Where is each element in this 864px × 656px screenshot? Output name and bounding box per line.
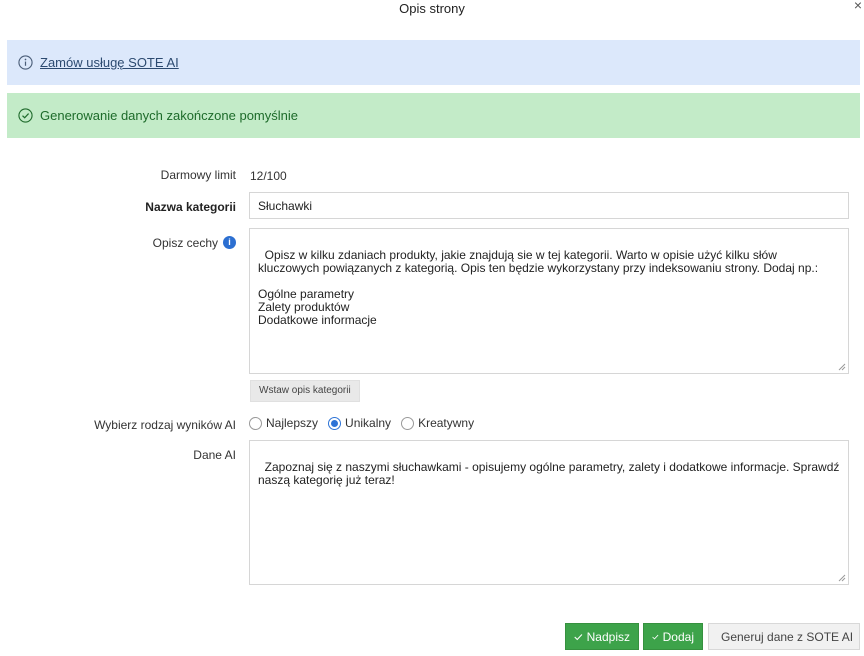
radio-creative-label: Kreatywny <box>418 416 475 430</box>
category-name-input[interactable] <box>249 192 849 219</box>
result-type-radio-group: Najlepszy Unikalny Kreatywny <box>249 416 484 430</box>
radio-unique-label: Unikalny <box>345 416 392 430</box>
radio-best-circle[interactable] <box>249 416 262 430</box>
check-circle-icon <box>18 108 33 123</box>
radio-unique-circle[interactable] <box>328 416 342 430</box>
radio-best[interactable]: Najlepszy <box>249 416 318 430</box>
ai-data-textarea[interactable]: Zapoznaj się z naszymi słuchawkami - opi… <box>249 440 849 585</box>
describe-text: Opisz w kilku zdaniach produkty, jakie z… <box>258 248 819 327</box>
describe-textarea[interactable]: Opisz w kilku zdaniach produkty, jakie z… <box>249 228 849 374</box>
generate-sote-ai-button[interactable]: Generuj dane z SOTE AI <box>708 623 860 650</box>
radio-creative[interactable]: Kreatywny <box>401 416 474 430</box>
radio-creative-circle[interactable] <box>401 416 415 430</box>
order-sote-ai-link[interactable]: Zamów usługę SOTE AI <box>40 55 179 70</box>
info-circle-icon <box>18 55 33 70</box>
generate-label: Generuj dane z SOTE AI <box>721 629 854 644</box>
add-button[interactable]: Dodaj <box>643 623 703 650</box>
radio-unique[interactable]: Unikalny <box>328 416 391 430</box>
insert-category-description-button[interactable]: Wstaw opis kategorii <box>250 380 360 402</box>
describe-label: Opisz cechy <box>152 236 218 250</box>
resize-handle-icon[interactable] <box>838 574 846 582</box>
check-icon <box>652 634 659 640</box>
resize-handle-icon[interactable] <box>838 363 846 371</box>
overwrite-label: Nadpisz <box>586 629 630 644</box>
result-type-label: Wybierz rodzaj wyników AI <box>94 418 236 432</box>
category-name-label: Nazwa kategorii <box>145 200 236 214</box>
info-icon[interactable]: i <box>223 236 236 249</box>
free-limit-value: 12/100 <box>250 169 287 183</box>
radio-best-label: Najlepszy <box>266 416 319 430</box>
close-icon[interactable]: × <box>854 0 862 12</box>
info-alert: Zamów usługę SOTE AI <box>7 40 860 85</box>
free-limit-label: Darmowy limit <box>160 168 236 182</box>
success-alert: Generowanie danych zakończone pomyślnie <box>7 93 860 138</box>
success-message: Generowanie danych zakończone pomyślnie <box>40 108 298 123</box>
dialog-title: Opis strony <box>399 1 465 16</box>
check-icon <box>574 633 583 640</box>
overwrite-button[interactable]: Nadpisz <box>565 623 639 650</box>
ai-data-text: Zapoznaj się z naszymi słuchawkami - opi… <box>258 460 843 487</box>
ai-data-label: Dane AI <box>193 448 236 462</box>
add-label: Dodaj <box>662 629 694 644</box>
